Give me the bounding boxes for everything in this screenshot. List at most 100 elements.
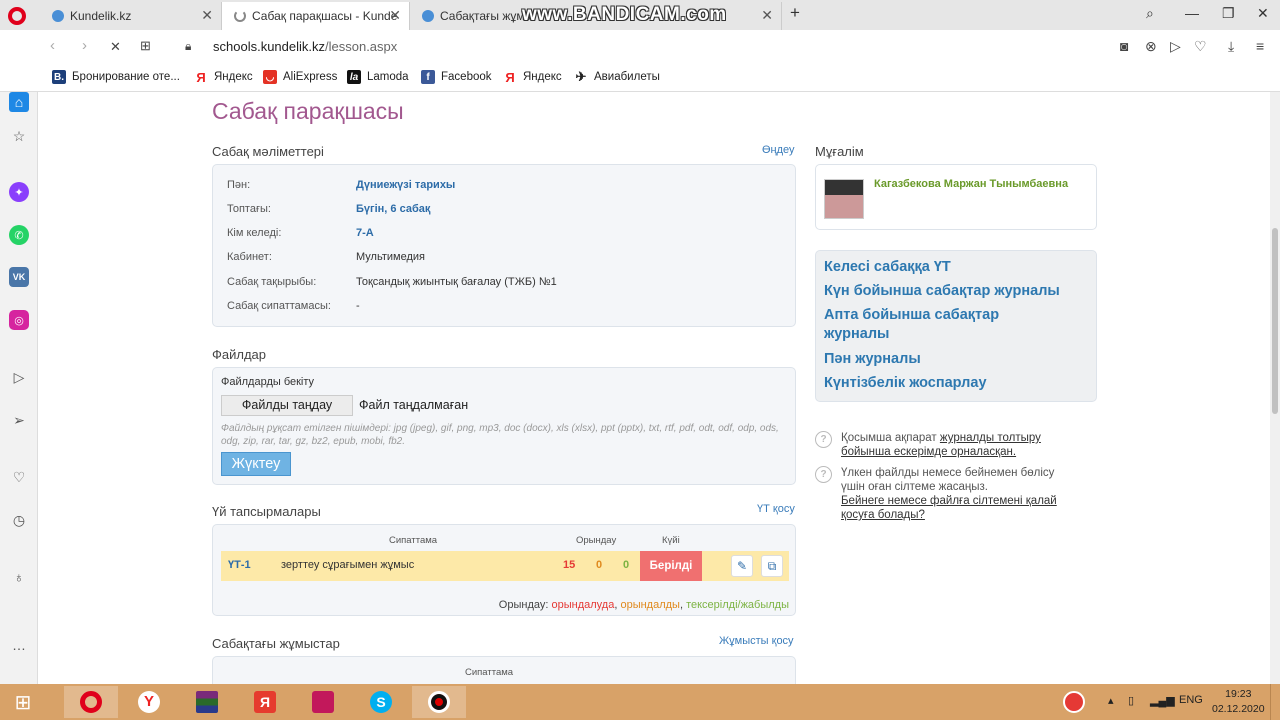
bookmark-heart-icon[interactable]: ♡ <box>1194 38 1207 55</box>
page-scrollbar[interactable] <box>1270 92 1280 684</box>
legend-partial: орындалды <box>620 599 680 611</box>
add-homework-link[interactable]: ҮТ қосу <box>757 503 795 515</box>
url-field[interactable]: schools.kundelik.kz/lesson.aspx <box>213 39 397 54</box>
hint-link[interactable]: Бейнеге немесе файлға сілтемені қалай қо… <box>841 495 1057 521</box>
bookmark-booking[interactable]: B. Бронирование оте... <box>52 70 180 84</box>
vk-icon[interactable]: VK <box>9 267 29 287</box>
done-count[interactable]: 15 <box>563 559 575 571</box>
daily-journal-link[interactable]: Күн бойынша сабақтар журналы <box>824 282 1060 301</box>
completion-legend: Орындау: орындалуда, орындалды, тексеріл… <box>498 599 789 611</box>
star-icon[interactable]: ☆ <box>9 126 29 146</box>
bookmark-facebook[interactable]: f Facebook <box>421 70 492 84</box>
partial-count[interactable]: 0 <box>596 559 602 571</box>
detail-label: Пән: <box>227 179 251 191</box>
detail-label: Кабинет: <box>227 251 272 263</box>
tab-lesson-sheet[interactable]: Сабақ парақшасы - Kunde ✕ <box>222 2 410 30</box>
teacher-avatar[interactable] <box>824 179 864 219</box>
language-indicator[interactable]: ENG <box>1179 694 1203 706</box>
detail-value: Мультимедия <box>356 251 425 263</box>
url-path: /lesson.aspx <box>325 39 398 54</box>
show-desktop-button[interactable] <box>1270 684 1280 720</box>
kundelik-favicon-icon <box>52 10 64 22</box>
legend-prefix: Орындау: <box>498 599 549 611</box>
back-icon[interactable]: ‹ <box>50 37 55 54</box>
detail-label: Сабақ сипаттамасы: <box>227 300 331 312</box>
copy-icon[interactable]: ⧉ <box>761 555 783 577</box>
homework-id-link[interactable]: ҮТ-1 <box>228 559 251 571</box>
bookmark-yandex[interactable]: Я Яндекс <box>194 70 253 85</box>
close-tab-icon[interactable]: ✕ <box>389 7 401 24</box>
messenger-icon[interactable]: ✦ <box>9 182 29 202</box>
bookmark-label: Яндекс <box>214 71 253 83</box>
stop-loading-icon[interactable]: ✕ <box>110 39 121 55</box>
close-window-icon[interactable]: ✕ <box>1257 5 1269 22</box>
bookmark-yandex-2[interactable]: Я Яндекс <box>503 70 562 85</box>
tray-expand-icon[interactable]: ▴ <box>1108 694 1114 707</box>
taskbar-bandicam-icon[interactable] <box>412 686 466 718</box>
tray-devices-icon[interactable]: ▯ <box>1128 694 1134 707</box>
system-clock[interactable]: 19:23 02.12.2020 <box>1212 687 1265 717</box>
adblock-icon[interactable]: ⊗ <box>1145 38 1157 55</box>
table-row: ҮТ-1 зерттеу сұрағымен жұмыс 15 0 0 Бері… <box>221 551 789 581</box>
checked-count[interactable]: 0 <box>623 559 629 571</box>
close-tab-icon[interactable]: ✕ <box>201 7 213 24</box>
search-tabs-icon[interactable]: ⌕ <box>1146 5 1154 22</box>
bookmarks-bar: B. Бронирование оте... Я Яндекс ◡ AliExpres… <box>0 62 1280 92</box>
lightbulb-icon[interactable]: ♁ <box>9 567 29 587</box>
new-tab-plus-icon[interactable]: + <box>790 3 800 23</box>
upload-button[interactable]: Жүктеу <box>221 452 291 476</box>
taskbar-skype-icon[interactable]: S <box>354 686 408 718</box>
detail-value-link[interactable]: Бүгін, 6 сабақ <box>356 203 430 215</box>
maximize-icon[interactable]: ❐ <box>1222 5 1235 22</box>
bookmark-label: Яндекс <box>523 71 562 83</box>
heart-icon[interactable]: ♡ <box>9 467 29 487</box>
minimize-icon[interactable]: — <box>1185 5 1199 21</box>
flow-send-icon[interactable]: ▷ <box>1170 38 1181 55</box>
easy-setup-icon[interactable]: ≡ <box>1256 38 1264 54</box>
windows-start-icon[interactable]: ⊞ <box>0 686 46 718</box>
taskbar-winrar-icon[interactable] <box>180 686 234 718</box>
edit-pencil-icon[interactable]: ✎ <box>731 555 753 577</box>
downloads-icon[interactable]: ⤓ <box>1228 38 1234 55</box>
teacher-name-link[interactable]: Кагазбекова Маржан Тынымбаевна <box>874 178 1068 190</box>
more-dots-icon[interactable]: … <box>9 635 29 655</box>
player-icon[interactable]: ▷ <box>9 367 29 387</box>
next-lesson-homework-link[interactable]: Келесі сабаққа ҮТ <box>824 258 951 277</box>
loading-spinner-icon <box>234 10 246 22</box>
bookmark-aliexpress[interactable]: ◡ AliExpress <box>263 70 337 84</box>
add-work-link[interactable]: Жұмысты қосу <box>719 635 794 647</box>
col-status-header: Күйі <box>662 535 680 546</box>
taskbar-yandex-browser-icon[interactable]: Я <box>238 686 292 718</box>
bookmark-label: Facebook <box>441 71 492 83</box>
home-icon[interactable]: ⌂ <box>9 92 29 112</box>
edit-link[interactable]: Өңдеу <box>762 144 795 156</box>
taskbar-yandex-icon[interactable]: Y <box>122 686 176 718</box>
forward-icon[interactable]: › <box>82 37 87 54</box>
detail-value-link[interactable]: Дүниежүзі тарихы <box>356 179 455 191</box>
send-icon[interactable]: ➢ <box>9 410 29 430</box>
calendar-planning-link[interactable]: Күнтізбелік жоспарлау <box>824 374 987 393</box>
scrollbar-thumb[interactable] <box>1272 228 1278 414</box>
tray-network-icon[interactable]: ▂▄▆ <box>1150 694 1175 707</box>
camera-snapshot-icon[interactable]: ◙ <box>1120 38 1128 54</box>
speed-dial-grid-icon[interactable]: ⊞ <box>140 38 151 54</box>
instagram-icon[interactable]: ◎ <box>9 310 29 330</box>
tray-app-icon[interactable] <box>1048 686 1100 718</box>
bookmark-lamoda[interactable]: la Lamoda <box>347 70 409 84</box>
choose-file-button[interactable]: Файлды таңдау <box>221 395 353 416</box>
subject-journal-link[interactable]: Пән журналы <box>824 350 921 369</box>
taskbar-opera-icon[interactable] <box>64 686 118 718</box>
opera-menu-icon[interactable] <box>8 7 26 25</box>
page-title: Сабақ парақшасы <box>212 98 404 124</box>
bookmark-aviabilety[interactable]: ✈ Авиабилеты <box>574 69 660 84</box>
whatsapp-icon[interactable]: ✆ <box>9 225 29 245</box>
detail-value-link[interactable]: 7-А <box>356 227 374 239</box>
close-tab-icon[interactable]: ✕ <box>761 7 773 24</box>
teacher-box: Кагазбекова Маржан Тынымбаевна <box>815 164 1097 230</box>
weekly-journal-link[interactable]: Апта бойынша сабақтар журналы <box>824 306 1064 344</box>
kundelik-favicon-icon <box>422 10 434 22</box>
taskbar-camera-app-icon[interactable] <box>296 686 350 718</box>
history-clock-icon[interactable]: ◷ <box>9 510 29 530</box>
clock-date: 02.12.2020 <box>1212 703 1265 715</box>
tab-kundelik[interactable]: Kundelik.kz ✕ <box>40 2 222 30</box>
